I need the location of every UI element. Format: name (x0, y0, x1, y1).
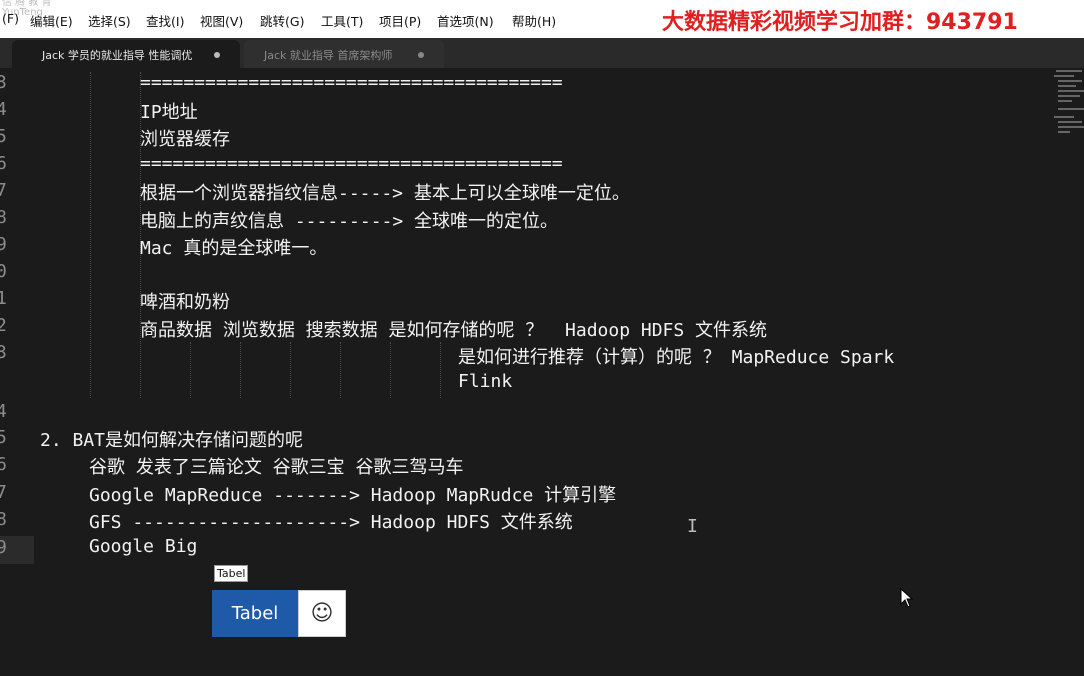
menu-view[interactable]: 视图(V) (200, 11, 243, 30)
line-number: 8 (0, 509, 7, 530)
line-number: 1 (0, 288, 7, 309)
code-editor[interactable]: 3 4 5 6 7 8 9 0 1 2 3 4 5 6 7 8 9 ======… (0, 68, 1084, 676)
emoji-button[interactable]: ☺ (298, 590, 346, 637)
tab-label: Jack 学员的就业指导 性能调优 (42, 49, 193, 62)
line-number: 4 (0, 401, 7, 422)
line-number: 9 (0, 234, 7, 255)
line-number: 2 (0, 315, 7, 336)
menu-find[interactable]: 查找(I) (146, 11, 184, 30)
code-line: 谷歌 发表了三篇论文 谷歌三宝 谷歌三驾马车 (89, 457, 464, 478)
indent-guide (290, 342, 291, 398)
tabel-button[interactable]: Tabel (212, 590, 298, 637)
code-line: ======================================= (140, 72, 563, 93)
line-number: 4 (0, 99, 7, 120)
line-number: 3 (0, 342, 7, 363)
menu-selection[interactable]: 选择(S) (88, 11, 131, 30)
code-line: IP地址 (140, 102, 198, 123)
code-line: 电脑上的声纹信息 ---------> 全球唯一的定位。 (140, 211, 559, 232)
unsaved-dot-icon[interactable] (418, 52, 424, 58)
smiley-icon: ☺ (310, 601, 334, 626)
indent-guide (340, 342, 341, 398)
line-number: 6 (0, 454, 7, 475)
menu-preferences[interactable]: 首选项(N) (437, 11, 494, 30)
tab-active[interactable]: Jack 学员的就业指导 性能调优 (12, 40, 240, 68)
autocomplete-tooltip: Tabel (214, 565, 249, 582)
menu-bar: 信 腾 教 育 YunTeng (F) 编辑(E) 选择(S) 查找(I) 视图… (0, 0, 1084, 38)
indent-guide (90, 72, 91, 398)
code-line: 2. BAT是如何解决存储问题的呢 (40, 430, 304, 451)
code-line: Mac 真的是全球唯一。 (140, 238, 328, 259)
line-number: 0 (0, 261, 7, 282)
tab-label: Jack 就业指导 首席架构师 (264, 49, 393, 62)
text-cursor-icon: I (687, 516, 698, 537)
code-line: Flink (458, 371, 513, 392)
line-number: 3 (0, 72, 7, 93)
code-line: 根据一个浏览器指纹信息-----> 基本上可以全球唯一定位。 (140, 183, 630, 204)
code-line: 商品数据 浏览数据 搜索数据 是如何存储的呢 ？ Hadoop HDFS 文件系… (140, 320, 768, 341)
code-line: Google MapReduce -------> Hadoop MapRudc… (89, 485, 617, 506)
code-line: 啤酒和奶粉 (140, 292, 230, 313)
code-line: 浏览器缓存 (140, 129, 230, 150)
line-number: 7 (0, 482, 7, 503)
menu-project[interactable]: 项目(P) (379, 11, 421, 30)
line-number: 8 (0, 207, 7, 228)
line-number: 5 (0, 126, 7, 147)
indent-guide (440, 342, 441, 398)
code-line: 是如何进行推荐（计算）的呢 ？ MapReduce Spark (458, 347, 895, 368)
promo-banner: 大数据精彩视频学习加群：943791 (662, 10, 1018, 35)
menu-tools[interactable]: 工具(T) (321, 11, 363, 30)
indent-guide (190, 342, 191, 398)
menu-help[interactable]: 帮助(H) (512, 11, 556, 30)
line-number: 5 (0, 427, 7, 448)
menu-goto[interactable]: 跳转(G) (260, 11, 304, 30)
unsaved-dot-icon[interactable] (214, 52, 220, 58)
input-method-toolbar: Tabel ☺ (212, 590, 346, 637)
tab-inactive[interactable]: Jack 就业指导 首席架构师 (244, 40, 444, 68)
line-number: 7 (0, 180, 7, 201)
indent-guide (240, 342, 241, 398)
tab-bar: Jack 学员的就业指导 性能调优 Jack 就业指导 首席架构师 (0, 38, 1084, 68)
indent-guide (390, 342, 391, 398)
code-line: ======================================= (140, 153, 563, 174)
line-number: 9 (0, 537, 7, 558)
line-number: 6 (0, 153, 7, 174)
mouse-pointer-icon (900, 588, 914, 608)
minimap[interactable] (1052, 68, 1084, 138)
menu-edit[interactable]: 编辑(E) (30, 11, 73, 30)
code-line: Google Big (89, 536, 198, 557)
code-line: GFS --------------------> Hadoop HDFS 文件… (89, 512, 573, 533)
menu-file[interactable]: (F) (2, 11, 19, 26)
